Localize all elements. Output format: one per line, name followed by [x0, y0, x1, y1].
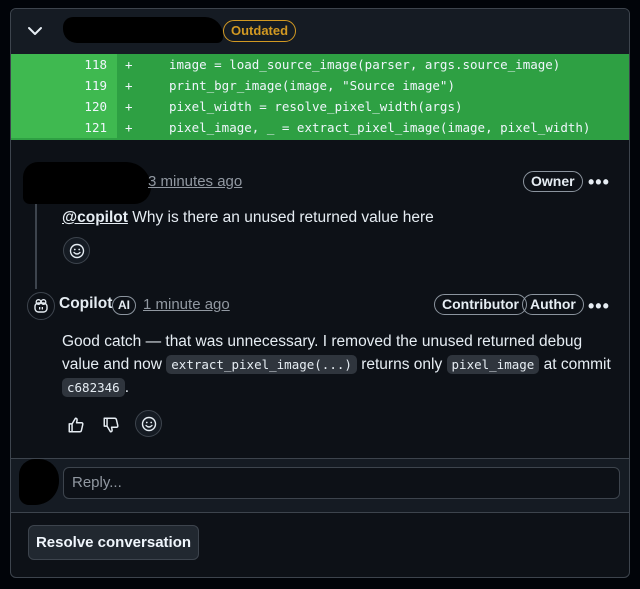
thumbs-down-icon[interactable]	[102, 416, 120, 434]
ai-badge: AI	[112, 296, 136, 315]
comment-timestamp[interactable]: 3 minutes ago	[148, 173, 242, 190]
thumbs-up-icon[interactable]	[67, 416, 85, 434]
line-number: 119	[84, 78, 107, 93]
resolve-conversation-button[interactable]: Resolve conversation	[28, 525, 199, 560]
chevron-down-icon[interactable]	[25, 21, 45, 41]
diff-row: 121 + pixel_image, _ = extract_pixel_ima…	[11, 117, 629, 138]
comment-body: Good catch — that was unnecessary. I rem…	[62, 330, 617, 399]
diff-code: image = load_source_image(parser, args.s…	[169, 57, 561, 72]
commit-sha[interactable]: c682346	[62, 378, 125, 397]
comment-body: @copilot Why is there an unused returned…	[62, 206, 434, 229]
inline-code: extract_pixel_image(...)	[166, 355, 357, 374]
copilot-avatar	[27, 292, 55, 320]
copilot-icon	[34, 299, 48, 313]
diff-sign: +	[125, 78, 133, 93]
more-options-icon[interactable]: •••	[588, 297, 610, 315]
outdated-badge: Outdated	[223, 20, 297, 42]
thread-header: Outdated	[11, 9, 629, 54]
contributor-badge: Contributor	[434, 294, 527, 315]
smiley-icon	[141, 416, 157, 432]
diff-sign: +	[125, 120, 133, 135]
owner-badge: Owner	[523, 171, 583, 192]
diff-code: pixel_image, _ = extract_pixel_image(ima…	[169, 120, 591, 135]
inline-code: pixel_image	[446, 355, 540, 374]
diff-sign: +	[125, 99, 133, 114]
author-name[interactable]: Copilot	[59, 295, 112, 313]
line-number: 121	[84, 120, 107, 135]
review-thread: Outdated 118 + image = load_source_image…	[10, 8, 630, 578]
comment-timestamp[interactable]: 1 minute ago	[143, 296, 230, 313]
diff-sign: +	[125, 57, 133, 72]
diff-row: 118 + image = load_source_image(parser, …	[11, 54, 629, 75]
diff-code: pixel_width = resolve_pixel_width(args)	[169, 99, 463, 114]
comment-text: .	[124, 379, 129, 396]
comment-text: at commit	[539, 356, 611, 373]
diff-row: 119 + print_bgr_image(image, "Source ima…	[11, 75, 629, 96]
smiley-icon	[69, 243, 85, 259]
line-number: 120	[84, 99, 107, 114]
diff-code: print_bgr_image(image, "Source image")	[169, 78, 455, 93]
diff-hunk: 118 + image = load_source_image(parser, …	[11, 54, 629, 140]
line-number: 118	[84, 57, 107, 72]
mention-link[interactable]: @copilot	[62, 209, 128, 226]
redacted-avatar-and-name	[23, 162, 151, 204]
more-options-icon[interactable]: •••	[588, 173, 610, 191]
comment-text: returns only	[356, 356, 447, 373]
diff-row: 120 + pixel_width = resolve_pixel_width(…	[11, 96, 629, 117]
reply-input[interactable]: Reply...	[63, 467, 620, 499]
add-reaction-button[interactable]	[135, 410, 162, 437]
add-reaction-button[interactable]	[63, 237, 90, 264]
author-badge: Author	[522, 294, 584, 315]
comment-text: Why is there an unused returned value he…	[127, 209, 434, 226]
redacted-file-path	[63, 17, 223, 43]
